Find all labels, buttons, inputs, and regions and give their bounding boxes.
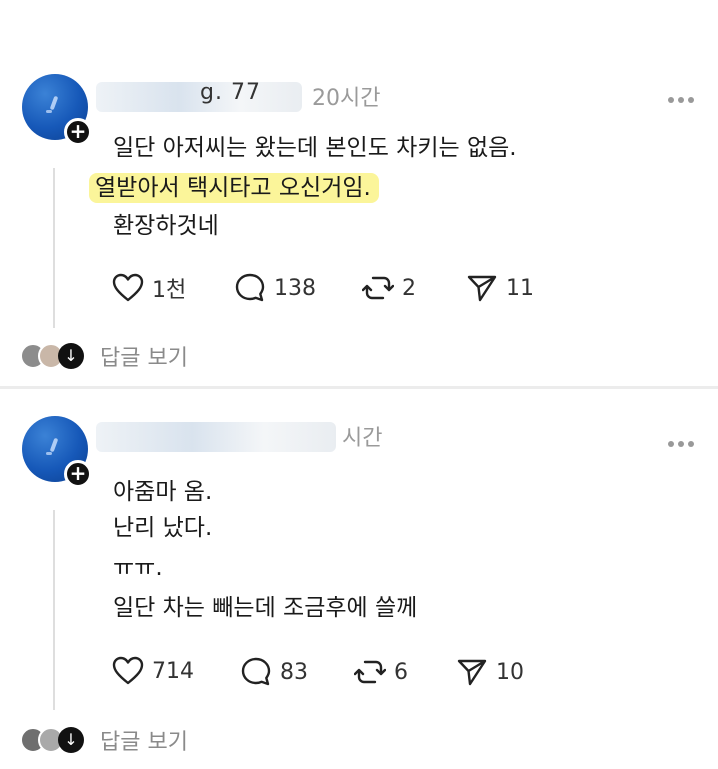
follow-plus-icon[interactable]: + xyxy=(64,460,92,488)
thread-line xyxy=(53,510,55,710)
comment-icon xyxy=(235,273,265,302)
view-replies-row[interactable]: ↓ 답글 보기 xyxy=(20,724,188,756)
highlighted-text: 열받아서 택시타고 오신거임. xyxy=(89,173,379,203)
send-icon xyxy=(457,659,487,686)
view-replies-label[interactable]: 답글 보기 xyxy=(100,724,188,756)
share-button[interactable]: 11 xyxy=(466,272,534,304)
repost-icon xyxy=(354,660,386,684)
like-count: 714 xyxy=(152,658,194,684)
repost-button[interactable]: 6 xyxy=(354,656,408,688)
post-text-line: 일단 아저씨는 왔는데 본인도 차키는 없음. xyxy=(113,135,517,161)
more-options-icon[interactable] xyxy=(668,432,698,447)
share-button[interactable]: 10 xyxy=(456,656,524,688)
post-time: 시간 xyxy=(342,426,383,451)
username-fragment: g. 77 xyxy=(200,80,261,105)
like-button[interactable]: 1천 xyxy=(112,272,186,304)
share-count: 10 xyxy=(496,659,524,685)
post-text-line: ㅠㅠ. xyxy=(113,555,163,581)
follow-plus-icon[interactable]: + xyxy=(64,118,92,146)
arrow-down-icon: ↓ xyxy=(58,727,84,753)
repost-icon xyxy=(362,276,394,300)
share-count: 11 xyxy=(506,275,534,301)
more-options-icon[interactable] xyxy=(668,88,698,103)
view-replies-row[interactable]: ↓ 답글 보기 xyxy=(20,340,188,372)
like-count: 1천 xyxy=(152,278,187,303)
comment-count: 138 xyxy=(274,275,316,301)
repost-count: 6 xyxy=(394,659,408,685)
post: + g. 77 20시간 일단 아저씨는 왔는데 본인도 차키는 없음. 열받아… xyxy=(0,0,718,388)
post-divider xyxy=(0,386,718,389)
post-time: 20시간 xyxy=(312,86,381,111)
heart-icon xyxy=(112,273,144,302)
post: + 시간 아줌마 옴. 난리 났다. ㅠㅠ. 일단 차는 빼는데 조금후에 쓸께… xyxy=(0,392,718,769)
username-redacted[interactable] xyxy=(96,422,336,452)
arrow-down-icon: ↓ xyxy=(58,343,84,369)
send-icon xyxy=(467,275,497,302)
post-text-line: 환장하것네 xyxy=(113,213,219,239)
heart-icon xyxy=(112,656,144,685)
post-text-line: 아줌마 옴. xyxy=(113,479,213,505)
post-text-line: 일단 차는 빼는데 조금후에 쓸께 xyxy=(113,595,418,621)
comment-count: 83 xyxy=(280,659,308,685)
thread-line xyxy=(53,168,55,328)
view-replies-label[interactable]: 답글 보기 xyxy=(100,340,188,372)
comment-button[interactable]: 138 xyxy=(234,272,316,304)
repost-button[interactable]: 2 xyxy=(362,272,416,304)
username-redacted[interactable] xyxy=(96,82,302,112)
post-text-line: 난리 났다. xyxy=(113,515,213,541)
comment-button[interactable]: 83 xyxy=(240,656,308,688)
like-button[interactable]: 714 xyxy=(112,656,194,686)
repost-count: 2 xyxy=(402,275,416,301)
comment-icon xyxy=(241,657,271,686)
post-text-line-highlighted: 열받아서 택시타고 오신거임. xyxy=(89,168,379,203)
